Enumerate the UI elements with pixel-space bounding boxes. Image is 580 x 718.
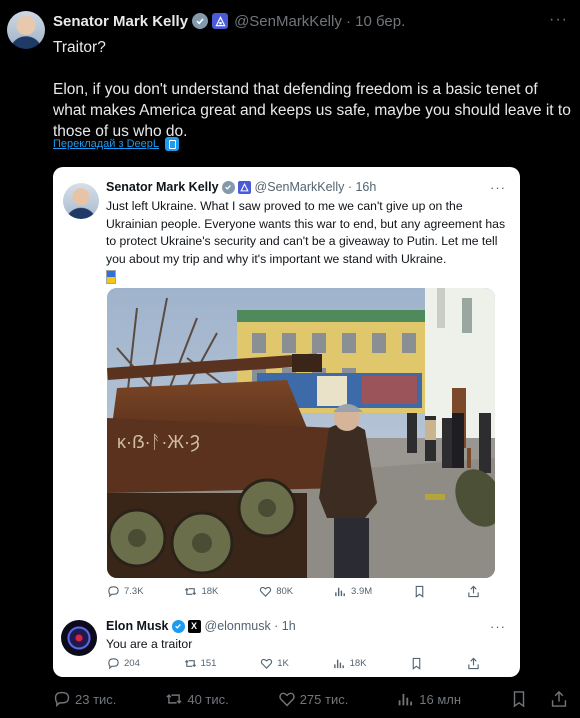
repost-button[interactable]: 40 тис. <box>165 690 229 708</box>
tweet-paragraph: Elon, if you don't understand that defen… <box>53 81 571 140</box>
more-icon: ··· <box>490 180 506 195</box>
reply-handle-time: @elonmusk · 1h <box>204 619 296 633</box>
tank-photo: ĸ·ẞ·ᚨ·Ж·Ȝ <box>107 288 495 578</box>
reply-text: You are a traitor <box>106 637 193 651</box>
views-button: 18K <box>333 657 367 670</box>
verified-badge-icon <box>171 619 185 633</box>
quoted-handle-time: @SenMarkKelly · 16h <box>254 180 377 194</box>
views-chart-icon <box>333 659 344 669</box>
quoted-author-avatar <box>63 183 99 219</box>
reply-author-avatar <box>61 620 97 656</box>
bar-right-group <box>510 690 568 708</box>
quoted-text-body: Just left Ukraine. What I saw proved to … <box>106 199 506 266</box>
views-chart-icon <box>335 587 345 597</box>
translate-label[interactable]: Перекладай з DeepL <box>53 138 159 150</box>
translate-link[interactable]: Перекладай з DeepL <box>53 137 179 151</box>
verified-badge-icon <box>221 180 235 194</box>
share-button <box>467 657 480 670</box>
share-button <box>467 585 480 598</box>
view-count: 16 млн <box>419 691 462 707</box>
tweet-screenshot-image[interactable]: Senator Mark Kelly @SenMarkKelly · 16h ·… <box>53 167 520 677</box>
heart-icon <box>260 586 272 597</box>
share-icon <box>468 585 479 598</box>
reply-action-bar: 204 151 1K 18K <box>107 657 480 670</box>
view-count: 18K <box>349 658 367 669</box>
reply-count: 23 тис. <box>75 691 117 707</box>
bookmark-icon <box>412 657 421 670</box>
author-handle-date[interactable]: @SenMarkKelly · 10 бер. <box>234 13 405 30</box>
bookmark-button <box>413 585 426 598</box>
like-button: 1K <box>260 657 289 670</box>
author-avatar[interactable] <box>7 11 45 49</box>
bookmark-icon <box>415 585 424 598</box>
author-name[interactable]: Senator Mark Kelly <box>53 13 188 30</box>
reply-count: 7.3K <box>124 586 144 597</box>
deepl-icon <box>164 137 179 151</box>
reply-header: Elon Musk X @elonmusk · 1h <box>106 619 296 633</box>
tweet-paragraph: Traitor? <box>53 39 106 56</box>
reply-button[interactable]: 23 тис. <box>53 690 116 708</box>
quoted-action-bar: 7.3K 18K 80K 3.9M <box>107 585 480 598</box>
tweet-action-bar: 23 тис. 40 тис. 275 тис. 16 млн <box>53 690 568 708</box>
reply-count: 204 <box>124 658 140 669</box>
reply-button: 204 <box>107 657 140 670</box>
svg-text:ĸ·ẞ·ᚨ·Ж·Ȝ: ĸ·ẞ·ᚨ·Ж·Ȝ <box>117 432 200 452</box>
like-count: 1K <box>277 658 289 669</box>
heart-icon <box>261 658 273 669</box>
government-badge-icon <box>237 180 251 194</box>
bookmark-button[interactable] <box>510 690 528 708</box>
repost-count: 18K <box>201 586 219 597</box>
ukraine-flag-icon <box>106 270 116 285</box>
reply-icon <box>54 691 70 708</box>
reply-author-name: Elon Musk <box>106 619 169 633</box>
repost-count: 151 <box>200 658 217 669</box>
more-icon: ··· <box>490 619 506 634</box>
like-count: 80K <box>276 586 294 597</box>
share-icon <box>468 657 479 670</box>
repost-count: 40 тис. <box>187 691 229 707</box>
repost-button: 151 <box>184 657 217 670</box>
repost-icon <box>185 587 197 596</box>
repost-icon <box>184 659 196 668</box>
quoted-header: Senator Mark Kelly @SenMarkKelly · 16h <box>106 180 376 194</box>
reply-icon <box>108 658 119 670</box>
share-button[interactable] <box>550 690 568 708</box>
more-icon[interactable]: ··· <box>549 11 568 29</box>
views-button[interactable]: 16 млн <box>397 690 461 708</box>
tweet-header: Senator Mark Kelly @SenMarkKelly · 10 бе… <box>53 11 568 31</box>
reply-icon <box>108 586 119 598</box>
view-count: 3.9M <box>351 586 373 597</box>
like-button: 80K <box>259 585 293 598</box>
bookmark-icon <box>513 691 525 708</box>
government-badge-icon[interactable] <box>212 13 229 29</box>
heart-icon <box>278 692 295 707</box>
share-icon <box>551 690 567 707</box>
views-chart-icon <box>398 693 413 706</box>
bookmark-button <box>410 657 423 670</box>
quoted-author-name: Senator Mark Kelly <box>106 180 219 194</box>
repost-icon <box>166 694 182 704</box>
verified-badge-icon[interactable] <box>192 13 209 29</box>
views-button: 3.9M <box>334 585 372 598</box>
quoted-text: Just left Ukraine. What I saw proved to … <box>106 198 506 286</box>
repost-button: 18K <box>184 585 218 598</box>
like-button[interactable]: 275 тис. <box>278 690 349 708</box>
reply-button: 7.3K <box>107 585 144 598</box>
x-affiliation-icon: X <box>187 619 201 633</box>
like-count: 275 тис. <box>299 691 349 707</box>
